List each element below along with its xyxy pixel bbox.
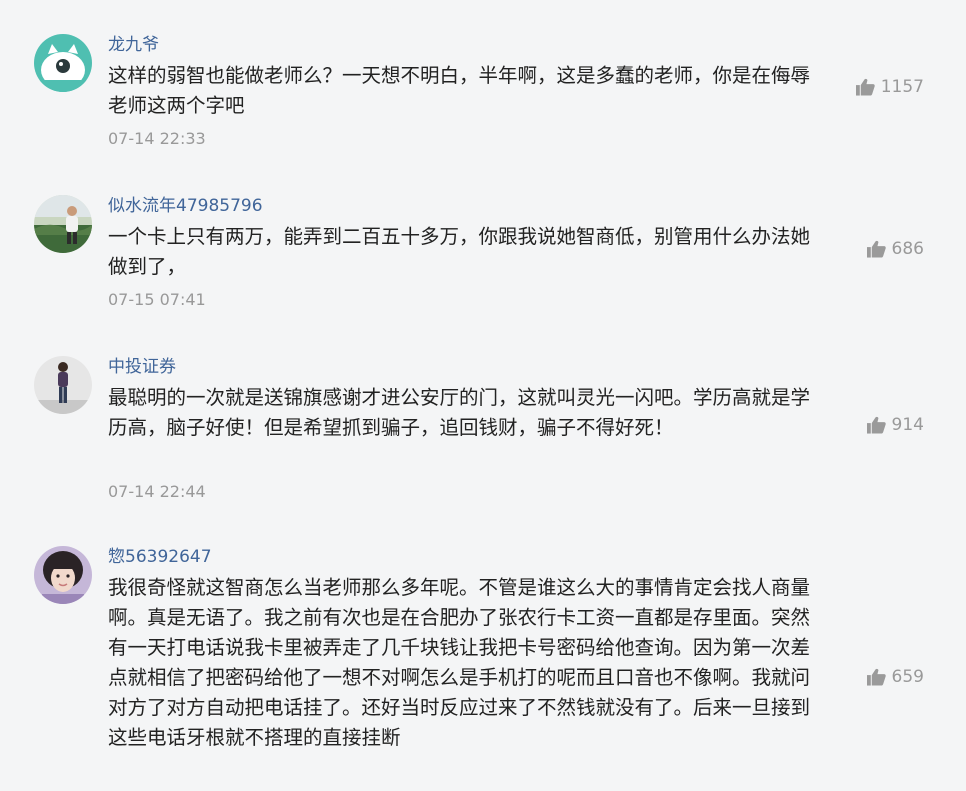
avatar[interactable] bbox=[34, 34, 92, 92]
username[interactable]: 似水流年47985796 bbox=[108, 193, 263, 219]
comment-text: 这样的弱智也能做老师么？一天想不明白，半年啊，这是多蠢的老师，你是在侮辱老师这两… bbox=[108, 64, 811, 117]
thumbs-up-icon bbox=[866, 668, 886, 686]
like-button[interactable]: 914 bbox=[866, 414, 924, 436]
like-count: 914 bbox=[891, 415, 924, 435]
comment-text: 最聪明的一次就是送锦旗感谢才进公安厅的门，这就叫灵光一闪吧。学历高就是学历高，脑… bbox=[108, 386, 811, 439]
like-count: 659 bbox=[891, 667, 924, 687]
photo-avatar bbox=[34, 546, 92, 604]
thumbs-up-icon bbox=[855, 78, 875, 96]
photo-avatar bbox=[34, 195, 92, 253]
avatar[interactable] bbox=[34, 356, 92, 414]
like-button[interactable]: 1157 bbox=[855, 76, 924, 98]
username[interactable]: 中投证券 bbox=[108, 354, 176, 380]
comment-time: 07-15 07:41 bbox=[108, 290, 206, 309]
comment-time: 07-14 22:44 bbox=[108, 482, 206, 501]
comment-text: 我很奇怪就这智商怎么当老师那么多年呢。不管是谁这么大的事情肯定会找人商量啊。真是… bbox=[108, 576, 811, 749]
avatar[interactable] bbox=[34, 195, 92, 253]
like-button[interactable]: 686 bbox=[866, 238, 924, 260]
photo-avatar bbox=[34, 356, 92, 414]
like-button[interactable]: 659 bbox=[866, 666, 924, 688]
username[interactable]: 惣56392647 bbox=[108, 544, 212, 570]
like-count: 686 bbox=[891, 239, 924, 259]
comment-time: 07-14 22:33 bbox=[108, 129, 206, 148]
avatar[interactable] bbox=[34, 546, 92, 604]
like-count: 1157 bbox=[880, 77, 924, 97]
teal-cartoon-avatar bbox=[34, 34, 92, 92]
comment-text: 一个卡上只有两万，能弄到二百五十多万，你跟我说她智商低，别管用什么办法她做到了， bbox=[108, 225, 811, 278]
thumbs-up-icon bbox=[866, 416, 886, 434]
thumbs-up-icon bbox=[866, 240, 886, 258]
username[interactable]: 龙九爷 bbox=[108, 32, 159, 58]
